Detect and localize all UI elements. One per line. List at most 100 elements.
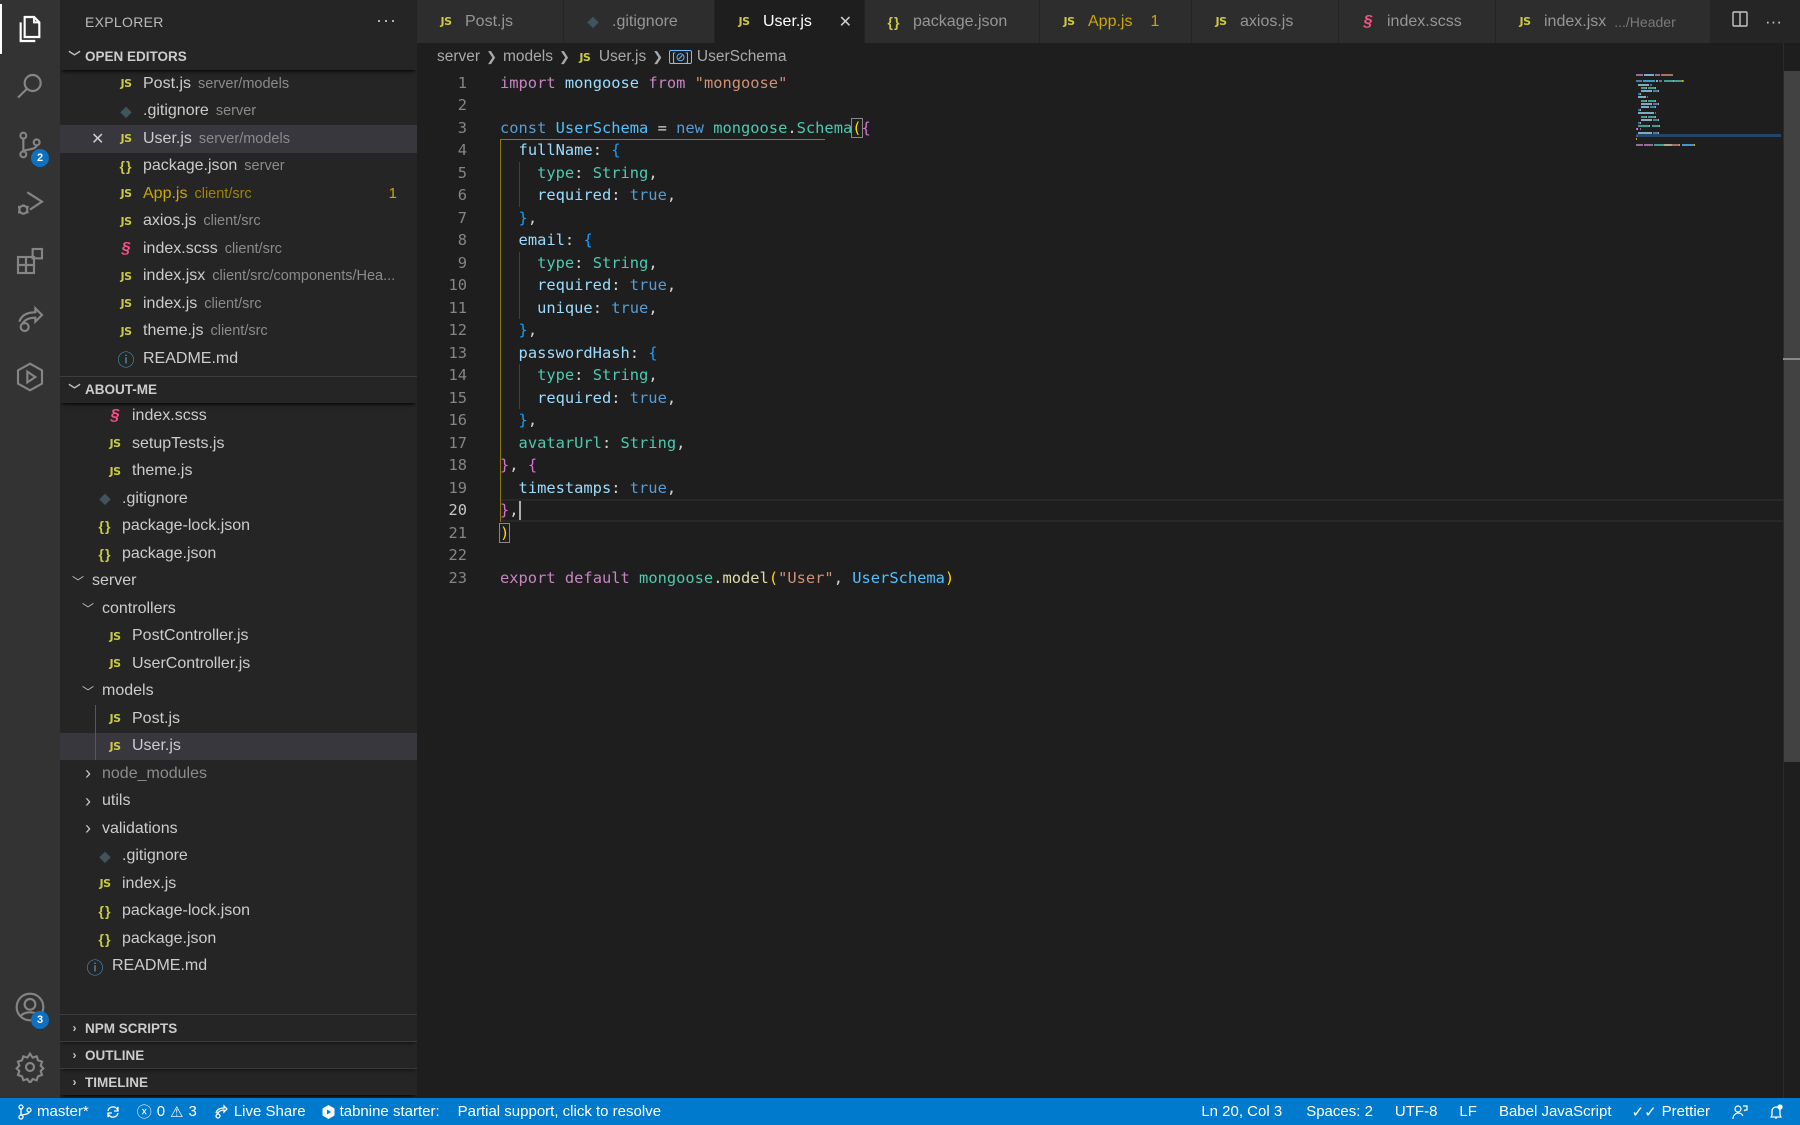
tabnine-message[interactable]: Partial support, click to resolve — [448, 1103, 669, 1120]
open-editor-item[interactable]: JS axios.js client/src — [60, 208, 417, 236]
tabnine-status[interactable]: tabnine starter: — [314, 1103, 448, 1120]
file-item[interactable]: ◆ .gitignore — [60, 843, 417, 871]
code-editor[interactable]: 1 import mongoose from "mongoose" 2 3 const … — [417, 70, 1800, 1098]
file-item[interactable]: JS PostController.js — [60, 623, 417, 651]
open-editor-item[interactable]: ✕ JS User.js server/models — [60, 125, 417, 153]
prettier-status[interactable]: ✓✓ Prettier — [1624, 1103, 1719, 1121]
activity-search[interactable] — [0, 58, 60, 116]
minimap-token — [1672, 144, 1680, 147]
section-project[interactable]: ﹀ ABOUT-ME — [60, 375, 417, 403]
cursor-position[interactable]: Ln 20, Col 3 — [1193, 1103, 1290, 1120]
live-share-icon — [18, 305, 44, 333]
minimap-token — [1661, 74, 1674, 76]
open-editor-item[interactable]: ◆ .gitignore server — [60, 98, 417, 126]
live-share-button[interactable]: Live Share — [205, 1103, 314, 1120]
file-item[interactable]: {} package-lock.json — [60, 898, 417, 926]
activity-live-share[interactable] — [0, 290, 60, 348]
open-editor-item[interactable]: JS index.js client/src — [60, 290, 417, 318]
sync-button[interactable] — [97, 1104, 129, 1120]
minimap[interactable] — [1636, 70, 1781, 150]
section-npm-scripts[interactable]: › NPM SCRIPTS — [60, 1014, 417, 1041]
folder-item[interactable]: ﹀ server — [60, 568, 417, 596]
file-name: index.js — [143, 294, 198, 312]
open-editor-item[interactable]: JS Post.js server/models — [60, 70, 417, 98]
indentation[interactable]: Spaces: 2 — [1298, 1103, 1381, 1120]
breadcrumb-models[interactable]: models — [503, 48, 553, 66]
minimap-token — [1648, 99, 1656, 102]
open-editor-item[interactable]: ⓘ README.md — [60, 345, 417, 373]
file-item[interactable]: § index.scss — [60, 403, 417, 431]
tab-package-json[interactable]: {} package.json — [865, 0, 1040, 43]
tab-index-scss[interactable]: § index.scss — [1339, 0, 1496, 43]
section-open-editors[interactable]: ﹀ OPEN EDITORS — [60, 43, 417, 70]
encoding[interactable]: UTF-8 — [1387, 1103, 1446, 1120]
activity-extensions[interactable] — [0, 232, 60, 290]
activity-explorer[interactable] — [0, 0, 60, 58]
activity-accounts[interactable]: 3 — [0, 978, 60, 1036]
file-item[interactable]: {} package-lock.json — [60, 513, 417, 541]
folder-item[interactable]: › node_modules — [60, 760, 417, 788]
file-item[interactable]: {} package.json — [60, 540, 417, 568]
split-editor-icon[interactable] — [1731, 10, 1749, 33]
file-item[interactable]: ⓘ README.md — [60, 953, 417, 981]
open-editor-item[interactable]: {} package.json server — [60, 153, 417, 181]
breadcrumb-file[interactable]: User.js — [599, 48, 646, 66]
file-item[interactable]: JS index.js — [60, 870, 417, 898]
file-item[interactable]: JS UserController.js — [60, 650, 417, 678]
file-item[interactable]: JS User.js — [60, 732, 417, 760]
tab-index-jsx[interactable]: JS index.jsx .../Header — [1496, 0, 1711, 43]
tabnine-label: tabnine starter: — [339, 1103, 440, 1120]
folder-item[interactable]: › utils — [60, 788, 417, 816]
folder-item[interactable]: › validations — [60, 815, 417, 843]
file-item[interactable]: {} package.json — [60, 925, 417, 953]
tab-app-js[interactable]: JS App.js 1 — [1040, 0, 1192, 43]
folder-item[interactable]: ﹀ models — [60, 678, 417, 706]
file-name: User.js — [143, 129, 192, 147]
activity-source-control[interactable]: 2 — [0, 116, 60, 174]
code-line: export default mongoose.model("User", Us… — [500, 567, 954, 590]
section-timeline[interactable]: › TIMELINE — [60, 1068, 417, 1095]
notifications-button[interactable] — [1760, 1103, 1792, 1120]
close-icon[interactable]: ✕ — [839, 12, 852, 32]
branch-indicator[interactable]: master* — [0, 1103, 97, 1120]
problems-indicator[interactable]: ⓧ 0 ⚠ 3 — [129, 1101, 205, 1122]
code-line: email: { — [500, 229, 593, 252]
tab-user-js[interactable]: JS User.js ✕ — [715, 0, 865, 43]
file-item[interactable]: JS Post.js — [60, 705, 417, 733]
line-number: 2 — [457, 96, 467, 114]
file-item[interactable]: JS theme.js — [60, 458, 417, 486]
folder-item[interactable]: ﹀ controllers — [60, 595, 417, 623]
breadcrumb-server[interactable]: server — [437, 48, 480, 66]
open-editor-item[interactable]: JS theme.js client/src — [60, 318, 417, 346]
more-actions-button[interactable]: ··· — [1765, 12, 1782, 32]
file-item[interactable]: ◆ .gitignore — [60, 485, 417, 513]
vertical-scrollbar[interactable] — [1783, 71, 1800, 762]
problem-count: 1 — [388, 185, 397, 203]
open-editor-item[interactable]: JS App.js client/src 1 — [60, 180, 417, 208]
breadcrumb-symbol[interactable]: UserSchema — [697, 48, 787, 66]
section-outline[interactable]: › OUTLINE — [60, 1041, 417, 1068]
tab-axios-js[interactable]: JS axios.js — [1192, 0, 1339, 43]
feedback-button[interactable] — [1724, 1104, 1756, 1120]
tab--gitignore[interactable]: ◆ .gitignore — [564, 0, 715, 43]
activity-tabnine[interactable] — [0, 348, 60, 406]
code-token: passwordHash — [518, 343, 630, 362]
code-line: }, — [500, 319, 538, 342]
code-token: } — [500, 501, 510, 519]
tab-post-js[interactable]: JS Post.js — [417, 0, 564, 43]
open-editor-item[interactable]: § index.scss client/src — [60, 235, 417, 263]
language-mode[interactable]: Babel JavaScript — [1491, 1103, 1620, 1120]
activity-settings[interactable] — [0, 1038, 60, 1096]
close-icon[interactable]: ✕ — [91, 129, 104, 149]
activity-run-debug[interactable] — [0, 174, 60, 232]
code-token: String — [592, 366, 649, 384]
formatter-label: Prettier — [1661, 1103, 1710, 1120]
code-token: } — [518, 321, 528, 339]
file-item[interactable]: JS setupTests.js — [60, 430, 417, 458]
end-of-line[interactable]: LF — [1451, 1103, 1485, 1120]
code-token: true — [629, 276, 667, 294]
open-editor-item[interactable]: JS index.jsx client/src/components/Hea... — [60, 263, 417, 291]
more-actions-button[interactable]: ··· — [376, 10, 397, 31]
minimap-token — [1639, 128, 1641, 131]
